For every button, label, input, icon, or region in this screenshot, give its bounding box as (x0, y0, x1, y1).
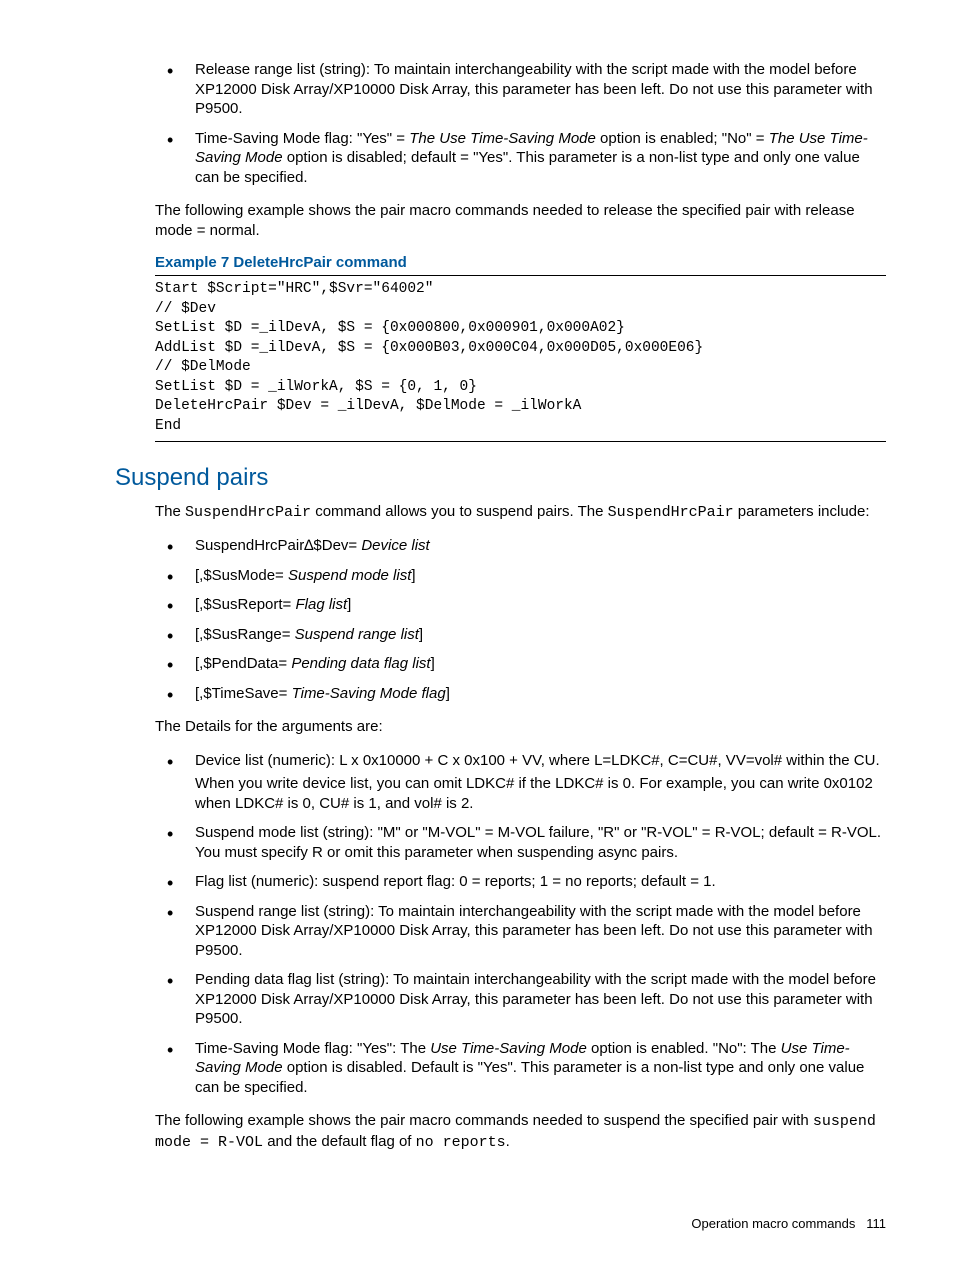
rule-bottom (155, 441, 886, 442)
section-heading-suspend-pairs: Suspend pairs (115, 464, 886, 492)
list-item: [,$TimeSave= Time-Saving Mode flag] (155, 684, 886, 704)
detail-bullet-list: Device list (numeric): L x 0x10000 + C x… (155, 751, 886, 1098)
list-item: Device list (numeric): L x 0x10000 + C x… (155, 751, 886, 814)
list-item: Flag list (numeric): suspend report flag… (155, 872, 886, 892)
list-item: [,$PendData= Pending data flag list] (155, 654, 886, 674)
footer: Operation macro commands 111 (691, 1216, 886, 1231)
list-item: Release range list (string): To maintain… (155, 60, 886, 119)
example-title: Example 7 DeleteHrcPair command (155, 254, 886, 271)
list-item: Time-Saving Mode flag: "Yes": The Use Ti… (155, 1039, 886, 1098)
param-bullet-list: SuspendHrcPair∆$Dev= Device list [,$SusMo… (155, 536, 886, 703)
code-block: Start $Script="HRC",$Svr="64002" // $Dev… (155, 280, 886, 437)
list-item: [,$SusRange= Suspend range list] (155, 625, 886, 645)
rule-top (155, 275, 886, 276)
top-bullet-list: Release range list (string): To maintain… (155, 60, 886, 187)
list-item: Suspend range list (string): To maintain… (155, 902, 886, 961)
list-item: [,$SusMode= Suspend mode list] (155, 566, 886, 586)
list-item: Suspend mode list (string): "M" or "M-VO… (155, 823, 886, 862)
closing-para: The following example shows the pair mac… (155, 1111, 886, 1152)
list-item: SuspendHrcPair∆$Dev= Device list (155, 536, 886, 556)
list-item: Pending data flag list (string): To main… (155, 970, 886, 1029)
footer-page-number: 111 (866, 1216, 886, 1231)
footer-text: Operation macro commands (691, 1216, 855, 1231)
release-example-intro: The following example shows the pair mac… (155, 201, 886, 240)
suspend-intro: The SuspendHrcPair command allows you to… (155, 502, 886, 523)
details-intro: The Details for the arguments are: (155, 717, 886, 737)
list-item: Time-Saving Mode flag: "Yes" = The Use T… (155, 129, 886, 188)
list-item: [,$SusReport= Flag list] (155, 595, 886, 615)
